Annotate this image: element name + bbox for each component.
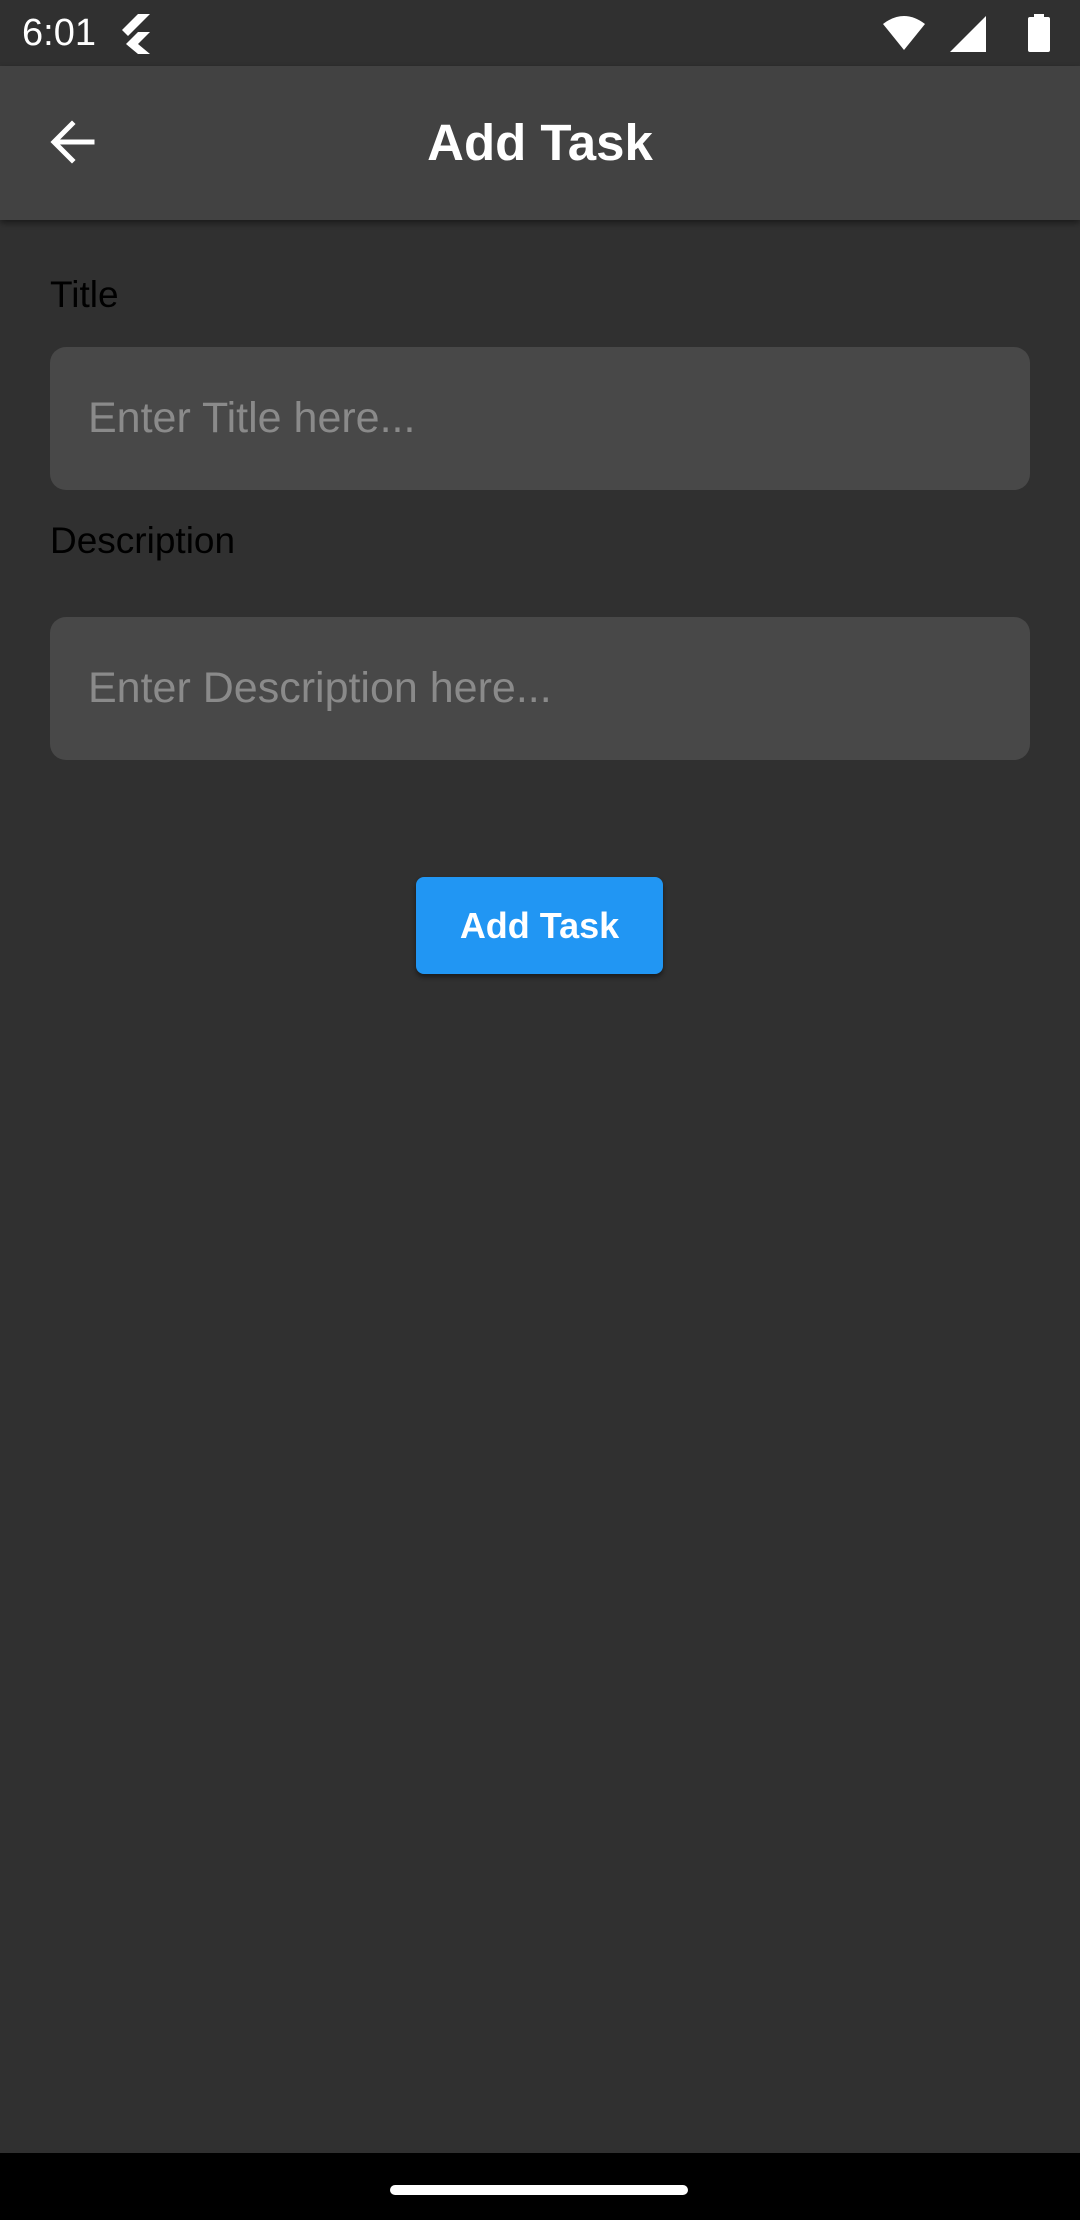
- back-button[interactable]: [30, 102, 114, 186]
- home-indicator[interactable]: [390, 2185, 688, 2195]
- page-title: Add Task: [427, 114, 653, 171]
- title-input[interactable]: [50, 347, 1030, 490]
- battery-icon: [1028, 14, 1050, 52]
- description-label: Description: [50, 520, 236, 561]
- app-bar: Add Task: [0, 66, 1080, 220]
- wifi-icon: [882, 16, 926, 52]
- arrow-back-icon: [48, 118, 96, 171]
- system-nav-bar: [0, 2153, 1080, 2220]
- title-label: Title: [50, 274, 119, 315]
- status-bar: 6:01: [0, 0, 1080, 66]
- add-task-button[interactable]: Add Task: [416, 877, 663, 974]
- signal-icon: [950, 16, 988, 52]
- flutter-icon: [116, 14, 152, 54]
- description-input[interactable]: [50, 617, 1030, 760]
- status-time: 6:01: [22, 12, 96, 54]
